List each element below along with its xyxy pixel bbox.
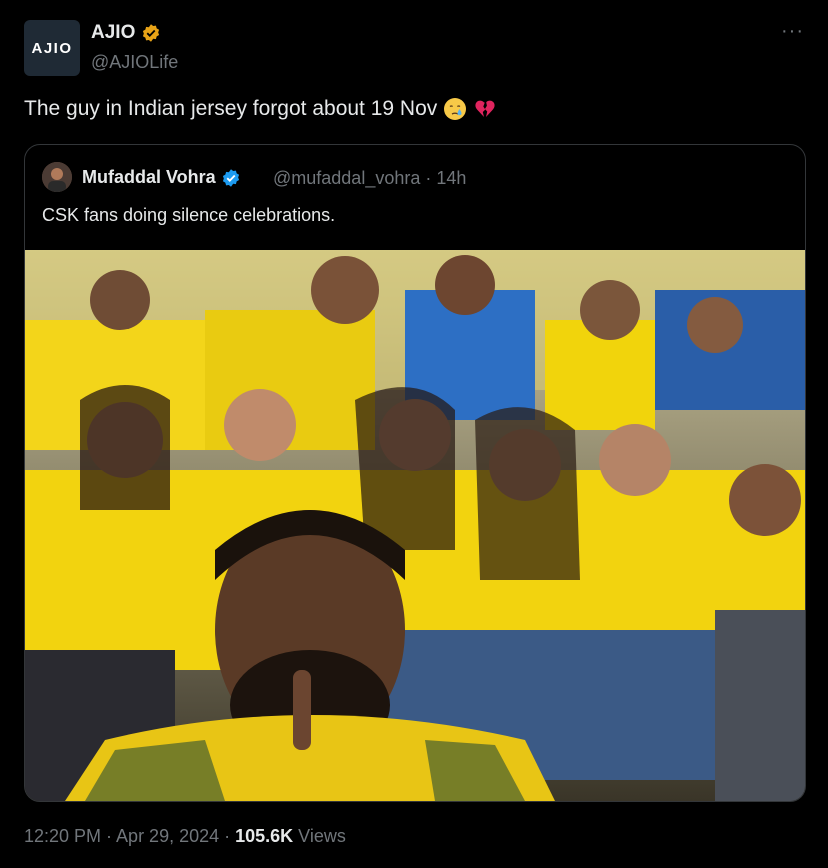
author-name-row[interactable]: AJIO — [91, 22, 161, 44]
broken-heart-emoji-icon — [475, 100, 495, 117]
quoted-tweet-card[interactable]: Mufaddal Vohra @mufaddal_vohra · 14h CSK… — [24, 144, 806, 802]
avatar-image — [42, 162, 72, 192]
tweet-meta: 12:20 PM · Apr 29, 2024 · 105.6K Views — [24, 826, 346, 847]
quoted-author-name[interactable]: Mufaddal Vohra — [82, 167, 216, 188]
tweet-text-row: The guy in Indian jersey forgot about 19… — [24, 97, 497, 121]
author-name[interactable]: AJIO — [91, 22, 135, 44]
quoted-handle-time[interactable]: @mufaddal_vohra · 14h — [273, 168, 466, 189]
verified-gold-icon — [143, 24, 160, 42]
views-count: 105.6K — [235, 826, 294, 846]
quoted-tweet-text: CSK fans doing silence celebrations. — [42, 205, 336, 225]
crowd-photo[interactable] — [25, 250, 805, 801]
crying-face-emoji-icon — [444, 98, 467, 120]
timestamp[interactable]: 12:20 PM · Apr 29, 2024 · — [24, 826, 235, 846]
verified-blue-icon — [222, 168, 239, 187]
more-options-icon[interactable]: ··· — [781, 20, 804, 43]
tweet-text: The guy in Indian jersey forgot about 19… — [24, 97, 438, 120]
quoted-author-avatar[interactable] — [42, 162, 72, 192]
avatar-logo-text: AJIO — [31, 39, 73, 57]
author-handle[interactable]: @AJIOLife — [91, 52, 178, 73]
ajio-avatar[interactable]: AJIO — [24, 20, 80, 76]
views-label: Views — [293, 826, 346, 846]
quoted-author-name-row[interactable]: Mufaddal Vohra — [82, 167, 241, 188]
